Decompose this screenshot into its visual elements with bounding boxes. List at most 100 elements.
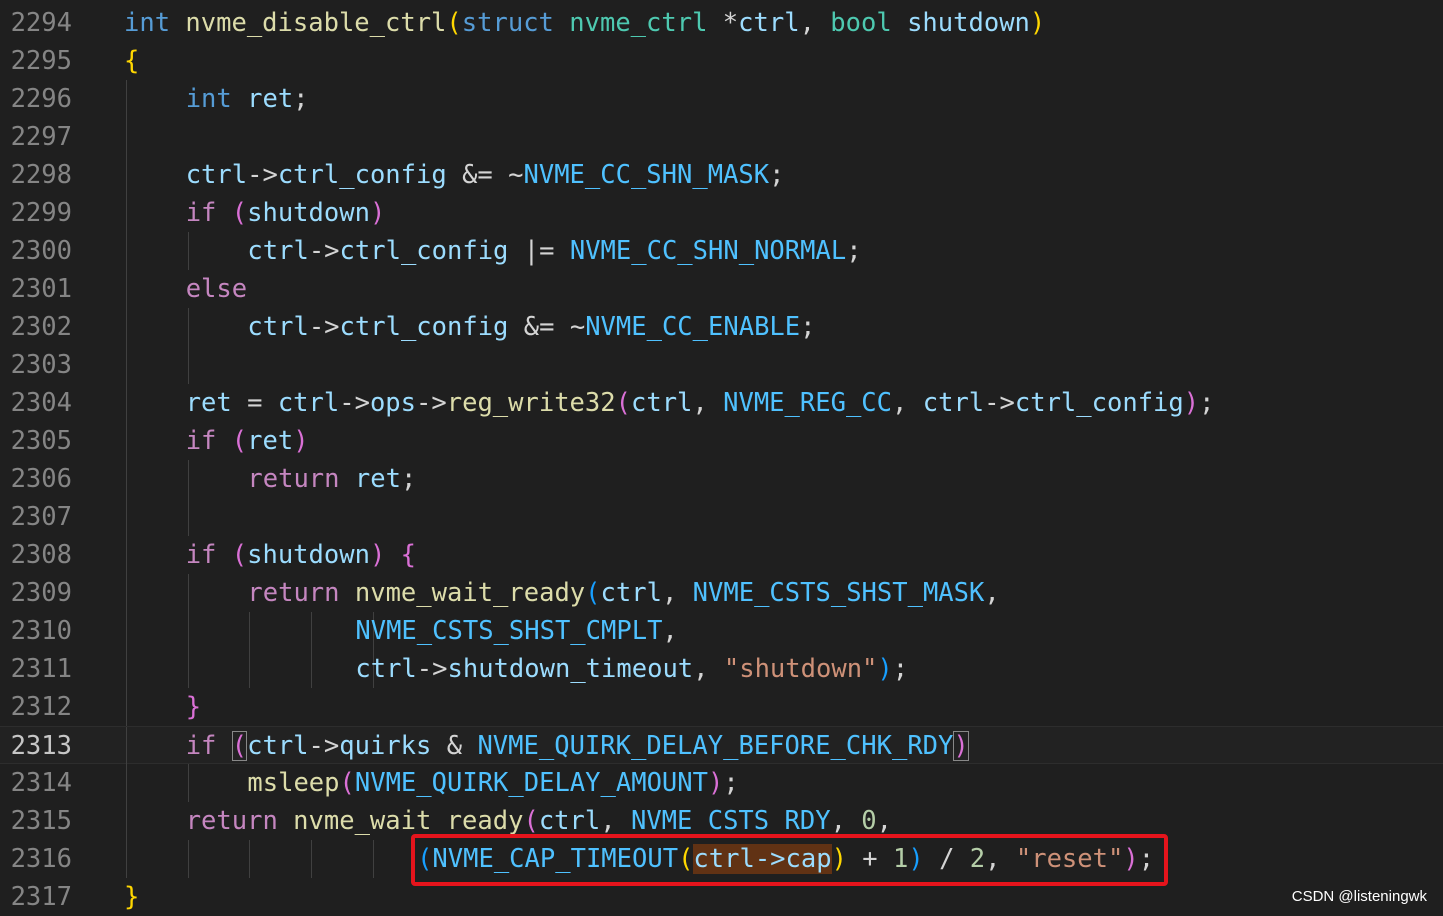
code-text[interactable]: } [124,878,139,916]
code-token: ; [846,236,862,266]
code-token: ctrl_config [277,160,447,190]
code-text[interactable]: if (ctrl->quirks & NVME_QUIRK_DELAY_BEFO… [186,727,969,765]
code-line[interactable]: 2312} [0,688,1443,726]
indent-guide [249,612,251,650]
code-token: , [799,8,831,38]
code-line[interactable]: 2294 int nvme_disable_ctrl(struct nvme_ct… [0,4,1443,42]
code-text[interactable]: ctrl->ctrl_config |= NVME_CC_SHN_NORMAL; [247,232,861,270]
code-line[interactable]: 2295 { [0,42,1443,80]
code-text[interactable]: } [186,688,201,726]
indent-guide [126,156,127,194]
line-number: 2314 [10,768,72,798]
code-token: -> [339,388,370,418]
indent-guide [126,460,127,498]
line-number: 2310 [10,616,72,646]
code-text[interactable]: return nvme_wait_ready(ctrl, NVME_CSTS_S… [247,574,999,612]
code-line[interactable]: 2308 if (shutdown) { [0,536,1443,574]
code-editor[interactable]: 2294 int nvme_disable_ctrl(struct nvme_ct… [0,0,1443,915]
code-token: ret [247,426,294,456]
code-token: { [124,46,140,76]
code-token: ret [354,464,401,494]
indent-guide [126,840,127,878]
code-line[interactable]: 2307 [0,498,1443,536]
indent-guide [126,422,127,460]
indent-guide [187,840,189,878]
code-token: "shutdown" [723,654,878,684]
code-line[interactable]: 2303 [0,346,1443,384]
code-token: , [692,388,724,418]
code-text[interactable]: ret = ctrl->ops->reg_write32(ctrl, NVME_… [186,384,1215,422]
red-highlight-box [411,834,1168,886]
code-token: nvme_wait_ready [293,806,524,836]
code-text[interactable]: if (shutdown) { [186,536,416,574]
code-token: ( [339,768,355,798]
code-token: ) [1183,388,1200,418]
code-line[interactable]: 2309 return nvme_wait_ready(ctrl, NVME_CS… [0,574,1443,612]
indent-guide [249,840,251,878]
indent-guide [126,574,127,612]
code-text[interactable]: { [124,42,139,80]
code-token: reg_write32 [446,388,616,418]
code-text[interactable]: ctrl->shutdown_timeout, "shutdown"); [355,650,908,688]
code-token: ctrl [922,388,985,418]
code-token: struct [461,8,554,38]
indent-guide [126,80,127,118]
code-line[interactable]: 2296 int ret; [0,80,1443,118]
code-text[interactable]: int ret; [186,80,309,118]
code-text[interactable]: if (shutdown) [186,194,386,232]
code-text[interactable]: if (ret) [186,422,309,460]
code-text[interactable]: int nvme_disable_ctrl(struct nvme_ctrl *… [124,4,1045,42]
code-token: ( [615,388,631,418]
code-line[interactable]: 2306 return ret; [0,460,1443,498]
code-line[interactable]: 2298 ctrl->ctrl_config &= ~NVME_CC_SHN_MA… [0,156,1443,194]
code-line[interactable]: 2304 ret = ctrl->ops->reg_write32(ctrl, N… [0,384,1443,422]
code-line[interactable]: 2305 if (ret) [0,422,1443,460]
code-line[interactable]: 2311 ctrl->shutdown_timeout, "shutdown"); [0,650,1443,688]
code-token: ; [723,768,739,798]
code-text[interactable]: msleep(NVME_QUIRK_DELAY_AMOUNT); [247,764,738,802]
code-token: ; [293,84,309,114]
code-token: -> [308,236,340,266]
indent-guide [126,612,127,650]
code-line[interactable]: 2300 ctrl->ctrl_config |= NVME_CC_SHN_NOR… [0,232,1443,270]
code-line[interactable]: 2302 ctrl->ctrl_config &= ~NVME_CC_ENABLE… [0,308,1443,346]
line-number: 2301 [10,274,72,304]
code-token: -> [416,654,448,684]
code-text[interactable]: ctrl->ctrl_config &= ~NVME_CC_ENABLE; [247,308,815,346]
code-token: ctrl [247,731,309,761]
code-text[interactable]: NVME_CSTS_SHST_CMPLT, [355,612,677,650]
code-line[interactable]: 2297 [0,118,1443,156]
indent-guide [311,840,313,878]
line-number: 2297 [10,122,72,152]
code-text[interactable]: else [186,270,247,308]
code-text[interactable]: ctrl->ctrl_config &= ~NVME_CC_SHN_MASK; [186,156,785,194]
code-token: ) [1029,8,1046,38]
code-token: ) [877,654,893,684]
code-line[interactable]: 2301 else [0,270,1443,308]
code-line[interactable]: 2310 NVME_CSTS_SHST_CMPLT, [0,612,1443,650]
code-text[interactable]: return ret; [247,460,416,498]
indent-guide [126,536,127,574]
code-token: , [661,578,693,608]
code-token: return [185,806,278,836]
code-token: if [185,198,217,228]
indent-guide [187,498,189,536]
code-line[interactable]: 2299 if (shutdown) [0,194,1443,232]
indent-guide [187,764,189,802]
code-line[interactable]: 2313 if (ctrl->quirks & NVME_QUIRK_DELAY_… [0,726,1443,765]
indent-guide [187,308,189,346]
code-line[interactable]: 2314 msleep(NVME_QUIRK_DELAY_AMOUNT); [0,764,1443,802]
code-token: ctrl [277,388,340,418]
code-token: quirks [339,731,432,761]
indent-guide [311,612,313,650]
line-number: 2309 [10,578,72,608]
code-token: ret [185,388,232,418]
code-token: if [185,540,217,570]
